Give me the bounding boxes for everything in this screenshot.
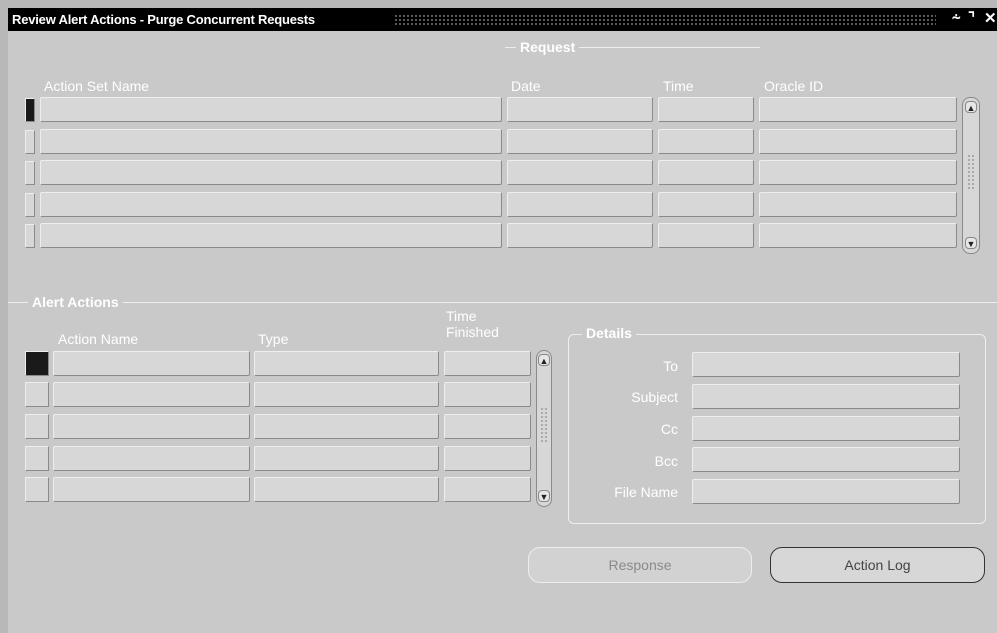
minimize-icon[interactable]: ⸞ bbox=[952, 10, 961, 28]
request-action-set-name-field[interactable] bbox=[40, 160, 502, 185]
action-row-indicator[interactable] bbox=[25, 351, 49, 376]
bcc-label: Bcc bbox=[654, 453, 678, 469]
col-oracle-id: Oracle ID bbox=[764, 78, 824, 94]
action-type-field[interactable] bbox=[254, 351, 439, 376]
request-action-set-name-field[interactable] bbox=[40, 223, 502, 248]
action-row-indicator[interactable] bbox=[25, 414, 49, 439]
action-action-name-field[interactable] bbox=[53, 477, 250, 502]
action-action-name-field[interactable] bbox=[53, 382, 250, 407]
alert-actions-section-title: Alert Actions bbox=[28, 294, 123, 310]
scroll-down-arrow-icon[interactable]: ▼ bbox=[965, 237, 977, 249]
request-section-title: Request bbox=[516, 39, 580, 55]
bcc-field[interactable] bbox=[692, 447, 960, 472]
subject-label: Subject bbox=[631, 389, 678, 405]
action-type-field[interactable] bbox=[254, 414, 439, 439]
action-time-finished-field[interactable] bbox=[444, 351, 531, 376]
request-row-indicator[interactable] bbox=[25, 161, 35, 185]
request-date-field[interactable] bbox=[507, 192, 653, 217]
col-time-finished-2: Finished bbox=[446, 324, 499, 340]
action-type-field[interactable] bbox=[254, 382, 439, 407]
scroll-up-arrow-icon[interactable]: ▲ bbox=[965, 101, 977, 113]
action-row-indicator[interactable] bbox=[25, 477, 49, 502]
request-time-field[interactable] bbox=[658, 192, 754, 217]
col-date: Date bbox=[511, 78, 541, 94]
request-row-indicator[interactable] bbox=[25, 193, 35, 217]
request-oracle-id-field[interactable] bbox=[759, 129, 957, 154]
scroll-grip[interactable] bbox=[540, 407, 548, 443]
action-time-finished-field[interactable] bbox=[444, 382, 531, 407]
close-icon[interactable]: ✕ bbox=[984, 10, 997, 28]
request-row-indicator[interactable] bbox=[25, 98, 35, 122]
scroll-grip[interactable] bbox=[967, 154, 975, 190]
details-group-title: Details bbox=[582, 325, 636, 341]
request-scrollbar[interactable]: ▲ ▼ bbox=[962, 97, 980, 254]
maximize-icon[interactable]: ⌝ bbox=[968, 10, 975, 28]
action-time-finished-field[interactable] bbox=[444, 477, 531, 502]
file-name-field[interactable] bbox=[692, 479, 960, 504]
alert-actions-divider bbox=[8, 302, 997, 303]
request-action-set-name-field[interactable] bbox=[40, 97, 502, 122]
to-label: To bbox=[663, 358, 678, 374]
title-bar[interactable]: Review Alert Actions - Purge Concurrent … bbox=[8, 8, 997, 31]
scroll-down-arrow-icon[interactable]: ▼ bbox=[538, 490, 550, 502]
request-date-field[interactable] bbox=[507, 160, 653, 185]
request-date-field[interactable] bbox=[507, 97, 653, 122]
request-oracle-id-field[interactable] bbox=[759, 97, 957, 122]
request-action-set-name-field[interactable] bbox=[40, 192, 502, 217]
action-time-finished-field[interactable] bbox=[444, 414, 531, 439]
action-type-field[interactable] bbox=[254, 446, 439, 471]
scroll-up-arrow-icon[interactable]: ▲ bbox=[538, 354, 550, 366]
request-row-indicator[interactable] bbox=[25, 130, 35, 154]
request-oracle-id-field[interactable] bbox=[759, 160, 957, 185]
request-date-field[interactable] bbox=[507, 129, 653, 154]
request-time-field[interactable] bbox=[658, 160, 754, 185]
action-type-field[interactable] bbox=[254, 477, 439, 502]
file-name-label: File Name bbox=[614, 484, 678, 500]
request-date-field[interactable] bbox=[507, 223, 653, 248]
request-oracle-id-field[interactable] bbox=[759, 192, 957, 217]
col-type: Type bbox=[258, 331, 289, 347]
request-time-field[interactable] bbox=[658, 129, 754, 154]
col-action-name: Action Name bbox=[58, 331, 139, 347]
action-log-button[interactable]: Action Log bbox=[770, 547, 985, 583]
request-action-set-name-field[interactable] bbox=[40, 129, 502, 154]
response-button[interactable]: Response bbox=[528, 547, 752, 583]
action-row-indicator[interactable] bbox=[25, 446, 49, 471]
action-action-name-field[interactable] bbox=[53, 351, 250, 376]
request-oracle-id-field[interactable] bbox=[759, 223, 957, 248]
request-time-field[interactable] bbox=[658, 223, 754, 248]
request-row-indicator[interactable] bbox=[25, 224, 35, 248]
subject-field[interactable] bbox=[692, 384, 960, 409]
col-time: Time bbox=[663, 78, 694, 94]
action-action-name-field[interactable] bbox=[53, 446, 250, 471]
alert-actions-scrollbar[interactable]: ▲ ▼ bbox=[536, 350, 552, 507]
request-time-field[interactable] bbox=[658, 97, 754, 122]
action-action-name-field[interactable] bbox=[53, 414, 250, 439]
title-bar-texture bbox=[394, 14, 936, 25]
col-action-set-name: Action Set Name bbox=[44, 78, 150, 94]
window-title: Review Alert Actions - Purge Concurrent … bbox=[12, 12, 315, 27]
cc-field[interactable] bbox=[692, 416, 960, 441]
to-field[interactable] bbox=[692, 352, 960, 377]
action-row-indicator[interactable] bbox=[25, 382, 49, 407]
col-time-finished-1: Time bbox=[446, 308, 477, 324]
action-time-finished-field[interactable] bbox=[444, 446, 531, 471]
cc-label: Cc bbox=[660, 421, 678, 437]
